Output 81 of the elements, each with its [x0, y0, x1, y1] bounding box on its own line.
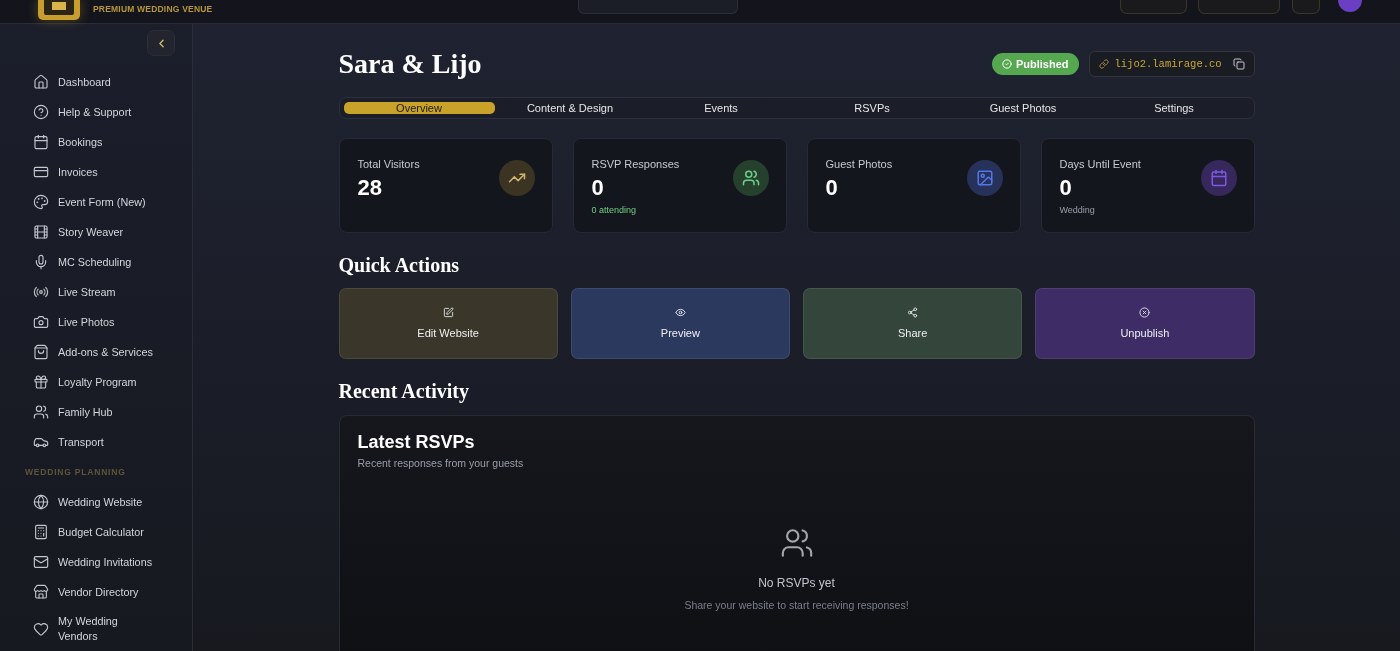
sidebar-item[interactable]: Wedding Invitations	[0, 547, 192, 577]
action-button[interactable]: Preview	[570, 288, 790, 359]
globe-icon	[33, 494, 49, 510]
sidebar-item[interactable]: Budget Calculator	[0, 517, 192, 547]
film-icon	[33, 224, 49, 240]
section-heading: WEDDING PLANNING	[24, 466, 127, 479]
check-circle-icon	[1001, 59, 1012, 69]
stat-value: 28	[357, 175, 383, 201]
camera-icon	[33, 314, 49, 330]
sidebar-item[interactable]: Bookings	[0, 127, 192, 157]
stat-label: RSVP Responses	[591, 157, 680, 171]
calculator-icon	[33, 524, 49, 540]
tab[interactable]: Settings	[1098, 102, 1250, 114]
link-icon	[1098, 59, 1109, 69]
sidebar-item[interactable]: Dashboard	[0, 67, 192, 97]
calendar-icon	[33, 134, 49, 150]
card-icon	[33, 164, 49, 180]
stat-note: Wedding	[1059, 204, 1096, 216]
action-button[interactable]: Unpublish	[1035, 288, 1255, 359]
people-icon	[33, 404, 49, 420]
bag-icon	[33, 344, 49, 360]
sidebar-item[interactable]: Event Form (New)	[0, 187, 192, 217]
sidebar-item[interactable]: Invoices	[0, 157, 192, 187]
venue-tagline: PREMIUM WEDDING VENUE	[93, 3, 213, 16]
empty-message: Share your website to start receiving responses!	[684, 598, 909, 612]
people-icon	[779, 526, 814, 560]
eye-icon	[674, 307, 686, 318]
sidebar-item[interactable]: Family Hub	[0, 397, 192, 427]
house-icon	[33, 74, 49, 90]
empty-title: No RSVPs yet	[758, 575, 835, 591]
store-icon	[33, 584, 49, 600]
website-url[interactable]: lijo2.lamirage.co	[1114, 58, 1227, 70]
card-title: Latest RSVPs	[357, 431, 476, 454]
palette-icon	[33, 194, 49, 210]
sidebar-item[interactable]: Live Photos	[0, 307, 192, 337]
stat-value: 0	[591, 175, 605, 201]
sidebar-item[interactable]: Vendor Directory	[0, 577, 192, 607]
avatar-icon[interactable]	[1338, 0, 1362, 12]
sidebar-item[interactable]: Live Stream	[0, 277, 192, 307]
action-button[interactable]: Share	[803, 288, 1023, 359]
help-icon	[33, 104, 49, 120]
tab[interactable]: Overview	[343, 102, 495, 114]
stat-label: Total Visitors	[357, 157, 420, 171]
stat-value: 0	[825, 175, 839, 201]
action-button[interactable]: Edit Website	[338, 288, 558, 359]
mail-icon	[33, 554, 49, 570]
collapse-button[interactable]	[147, 30, 175, 56]
icon-button[interactable]	[1292, 0, 1320, 14]
circle-x-icon	[1139, 307, 1151, 318]
pen-icon	[442, 307, 454, 318]
heart-icon	[33, 621, 49, 637]
sidebar-item[interactable]: Story Weaver	[0, 217, 192, 247]
microphone-icon	[33, 254, 49, 270]
tab[interactable]: Events	[645, 102, 797, 114]
search-field[interactable]	[578, 0, 738, 14]
logo-icon	[38, 0, 80, 20]
tab[interactable]: Guest Photos	[947, 102, 1099, 114]
sidebar-item[interactable]: Help & Support	[0, 97, 192, 127]
tab[interactable]: RSVPs	[796, 102, 948, 114]
tab[interactable]: Content & Design	[494, 102, 646, 114]
sidebar-item[interactable]: My Wedding Vendors	[0, 607, 192, 651]
header-button[interactable]	[1120, 0, 1187, 14]
sidebar-item[interactable]: MC Scheduling	[0, 247, 192, 277]
share-icon	[907, 307, 919, 318]
page-title: Sara & Lijo	[338, 48, 482, 80]
copy-icon[interactable]	[1232, 58, 1245, 70]
header-button[interactable]	[1198, 0, 1280, 14]
stat-note: 0 attending	[591, 204, 638, 216]
sidebar-item[interactable]: Transport	[0, 427, 192, 457]
sidebar-item[interactable]: Wedding Website	[0, 487, 192, 517]
card-subtitle: Recent responses from your guests	[357, 456, 525, 470]
sidebar-item[interactable]: Loyalty Program	[0, 367, 192, 397]
section-title: Recent Activity	[338, 380, 470, 402]
section-title: Quick Actions	[338, 254, 461, 276]
gift-icon	[33, 374, 49, 390]
sidebar-item[interactable]: Add-ons & Services	[0, 337, 192, 367]
stat-label: Days Until Event	[1059, 157, 1141, 171]
broadcast-icon	[33, 284, 49, 300]
stat-value: 0	[1059, 175, 1073, 201]
stat-label: Guest Photos	[825, 157, 893, 171]
status-label: Published	[1015, 58, 1069, 70]
